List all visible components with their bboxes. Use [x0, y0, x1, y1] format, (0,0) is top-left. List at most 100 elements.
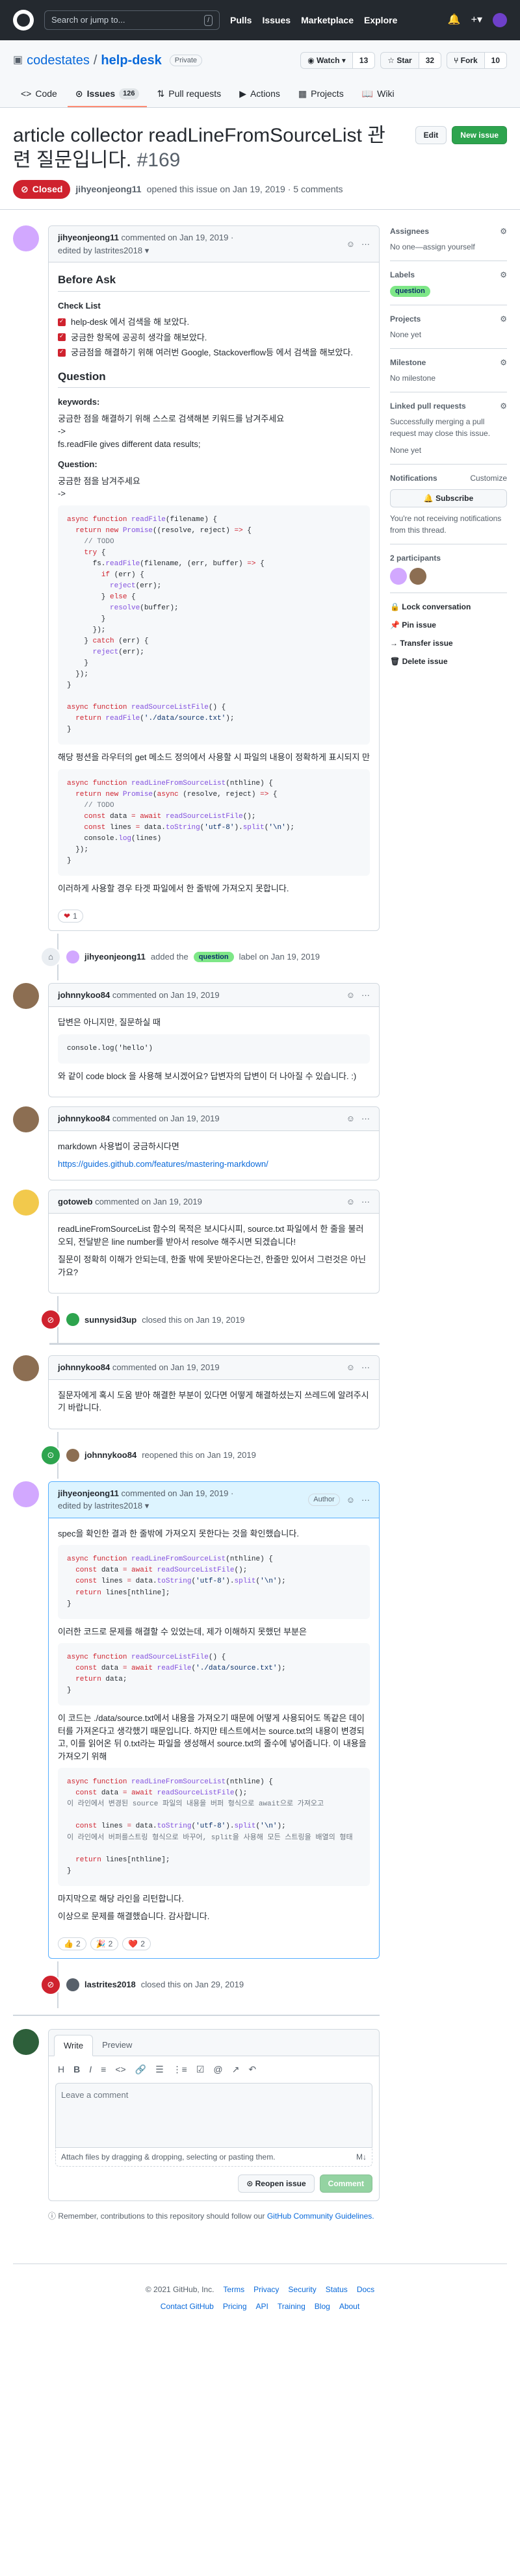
- smiley-icon[interactable]: ☺: [346, 238, 355, 251]
- cross-reference-icon[interactable]: ↗: [232, 2063, 240, 2076]
- repo-name-link[interactable]: help-desk: [101, 51, 161, 70]
- tab-issues[interactable]: ⊙ Issues 126: [67, 82, 147, 107]
- gear-icon[interactable]: ⚙: [500, 225, 507, 237]
- tab-projects[interactable]: ▦ Projects: [291, 82, 352, 107]
- smiley-icon[interactable]: ☺: [346, 1361, 355, 1374]
- comment-textarea[interactable]: Leave a comment: [55, 2083, 372, 2149]
- task-list-icon[interactable]: ☑: [196, 2063, 205, 2076]
- pin-issue-link[interactable]: 📌 Pin issue: [390, 619, 507, 631]
- comment-author[interactable]: jihyeonjeong11: [58, 1488, 119, 1498]
- checkbox-checked[interactable]: [58, 317, 66, 326]
- comment-button[interactable]: Comment: [319, 2174, 372, 2193]
- comment-author[interactable]: gotoweb: [58, 1197, 92, 1206]
- edit-button[interactable]: Edit: [415, 126, 447, 144]
- kebab-menu-icon[interactable]: ···: [361, 989, 370, 1002]
- footer-link-terms[interactable]: Terms: [223, 2284, 244, 2295]
- github-logo-icon[interactable]: [13, 10, 34, 31]
- smiley-icon[interactable]: ☺: [346, 1112, 355, 1125]
- tab-code[interactable]: <> Code: [13, 82, 65, 107]
- smiley-icon[interactable]: ☺: [346, 1195, 355, 1208]
- bell-icon[interactable]: 🔔: [448, 12, 461, 28]
- comment-timestamp[interactable]: commented on Jan 19, 2019: [112, 990, 220, 1000]
- checkbox-checked[interactable]: [58, 348, 66, 357]
- gear-icon[interactable]: ⚙: [500, 400, 507, 412]
- reaction-heart[interactable]: ❤️ 2: [122, 1937, 151, 1950]
- comment-timestamp[interactable]: commented on Jan 19, 2019: [95, 1197, 202, 1206]
- label-question[interactable]: question: [390, 286, 430, 297]
- avatar[interactable]: [13, 2028, 39, 2055]
- tab-wiki[interactable]: 📖 Wiki: [354, 82, 402, 107]
- avatar[interactable]: [13, 982, 39, 1009]
- avatar[interactable]: [13, 225, 39, 251]
- footer-link-status[interactable]: Status: [326, 2284, 348, 2295]
- kebab-menu-icon[interactable]: ···: [361, 1494, 370, 1507]
- avatar[interactable]: [66, 1313, 79, 1327]
- kebab-menu-icon[interactable]: ···: [361, 1361, 370, 1374]
- customize-link[interactable]: Customize: [470, 472, 507, 484]
- footer-link-api[interactable]: API: [256, 2301, 268, 2312]
- transfer-issue-link[interactable]: → Transfer issue: [390, 637, 507, 649]
- sidebar-heading[interactable]: Projects: [390, 313, 421, 325]
- link-icon[interactable]: 🔗: [135, 2063, 146, 2076]
- comment-timestamp[interactable]: commented on Jan 19, 2019 ·: [122, 233, 234, 242]
- heading-icon[interactable]: H: [58, 2063, 64, 2076]
- smiley-icon[interactable]: ☺: [346, 989, 355, 1002]
- sidebar-heading[interactable]: Linked pull requests: [390, 400, 466, 412]
- comment-author[interactable]: johnnykoo84: [58, 1114, 110, 1123]
- edited-by[interactable]: edited by lastrites2018 ▾: [58, 1499, 233, 1512]
- tab-pull-requests[interactable]: ⇅ Pull requests: [150, 82, 229, 107]
- reopen-issue-button[interactable]: ⊙ Reopen issue: [238, 2174, 315, 2193]
- community-guidelines-link[interactable]: GitHub Community Guidelines.: [267, 2212, 374, 2221]
- bold-icon[interactable]: B: [73, 2063, 80, 2076]
- checkbox-checked[interactable]: [58, 332, 66, 342]
- event-actor[interactable]: jihyeonjeong11: [84, 950, 146, 963]
- sidebar-heading[interactable]: Milestone: [390, 357, 426, 368]
- star-button[interactable]: ☆ Star 32: [380, 52, 442, 69]
- footer-link-training[interactable]: Training: [278, 2301, 306, 2312]
- subscribe-button[interactable]: 🔔 Subscribe: [390, 489, 507, 507]
- avatar[interactable]: [390, 567, 407, 585]
- tab-write[interactable]: Write: [54, 2034, 94, 2057]
- ordered-list-icon[interactable]: ⋮≡: [173, 2063, 187, 2076]
- nav-issues[interactable]: Issues: [262, 14, 291, 27]
- unordered-list-icon[interactable]: ☰: [155, 2063, 164, 2076]
- tab-preview[interactable]: Preview: [93, 2035, 141, 2056]
- footer-link-blog[interactable]: Blog: [315, 2301, 330, 2312]
- new-issue-button[interactable]: New issue: [452, 126, 507, 144]
- comment-author[interactable]: johnnykoo84: [58, 990, 110, 1000]
- code-icon[interactable]: <>: [115, 2063, 125, 2076]
- gear-icon[interactable]: ⚙: [500, 357, 507, 368]
- search-input[interactable]: Search or jump to... /: [44, 10, 220, 30]
- event-actor[interactable]: johnnykoo84: [84, 1449, 136, 1462]
- watch-button[interactable]: ◉ Watch ▾ 13: [300, 52, 376, 69]
- reaction-hooray[interactable]: 🎉 2: [90, 1937, 119, 1950]
- comment-timestamp[interactable]: commented on Jan 19, 2019: [112, 1114, 220, 1123]
- fork-button[interactable]: ⑂ Fork 10: [447, 52, 507, 69]
- avatar[interactable]: [410, 567, 426, 585]
- assignees-value[interactable]: No one—assign yourself: [390, 241, 507, 253]
- plus-icon[interactable]: +▾: [471, 12, 482, 28]
- repo-owner-link[interactable]: codestates: [27, 51, 90, 70]
- gear-icon[interactable]: ⚙: [500, 313, 507, 325]
- reaction-heart[interactable]: ❤ 1: [58, 909, 83, 923]
- quote-icon[interactable]: ≡: [101, 2063, 106, 2076]
- kebab-menu-icon[interactable]: ···: [361, 238, 370, 251]
- gear-icon[interactable]: ⚙: [500, 269, 507, 281]
- reaction-thumbs-up[interactable]: 👍 2: [58, 1937, 86, 1950]
- nav-explore[interactable]: Explore: [364, 14, 397, 27]
- event-actor[interactable]: lastrites2018: [84, 1978, 136, 1991]
- kebab-menu-icon[interactable]: ···: [361, 1195, 370, 1208]
- event-actor[interactable]: sunnysid3up: [84, 1314, 136, 1327]
- avatar[interactable]: [13, 1355, 39, 1382]
- avatar[interactable]: [13, 1189, 39, 1216]
- markdown-guide-link[interactable]: https://guides.github.com/features/maste…: [58, 1159, 268, 1169]
- lock-conversation-link[interactable]: 🔒 Lock conversation: [390, 601, 507, 613]
- saved-reply-icon[interactable]: ↶: [248, 2063, 256, 2076]
- avatar[interactable]: [13, 1106, 39, 1133]
- mention-icon[interactable]: @: [213, 2063, 222, 2076]
- footer-link-about[interactable]: About: [339, 2301, 359, 2312]
- footer-link-privacy[interactable]: Privacy: [254, 2284, 279, 2295]
- nav-marketplace[interactable]: Marketplace: [301, 14, 354, 27]
- footer-link-docs[interactable]: Docs: [357, 2284, 374, 2295]
- sidebar-heading[interactable]: Labels: [390, 269, 415, 281]
